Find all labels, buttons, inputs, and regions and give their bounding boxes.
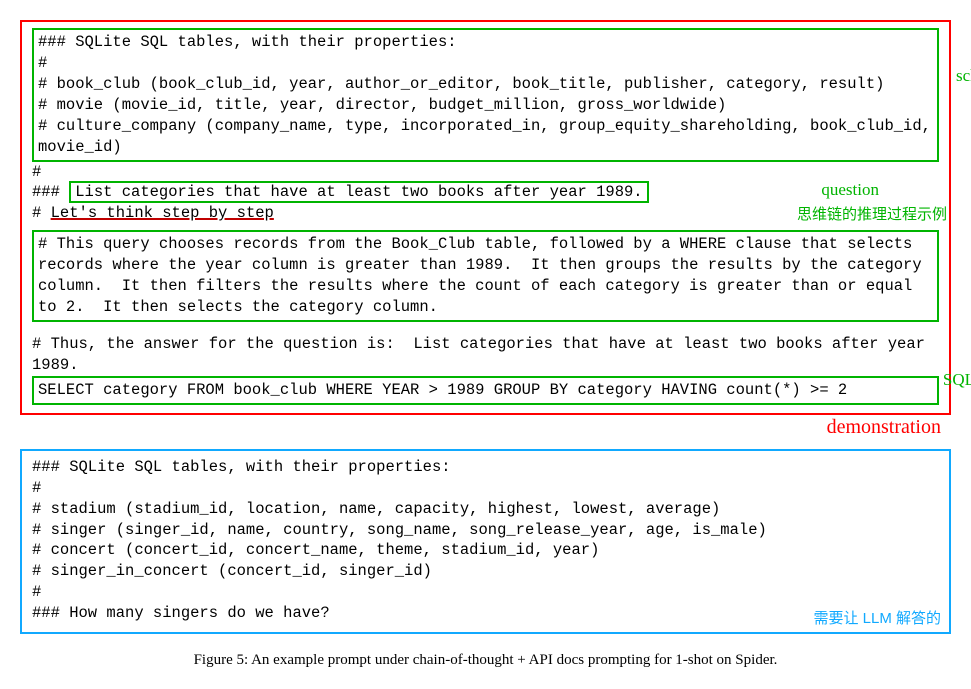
label-llm-cn: 需要让 LLM 解答的: [813, 607, 941, 628]
answer-intro: # Thus, the answer for the question is: …: [32, 334, 939, 376]
question-text: List categories that have at least two b…: [69, 181, 648, 203]
cot-line: Let's think step by step: [51, 204, 274, 222]
cot-prefix: #: [32, 204, 51, 222]
sql-block: SELECT category FROM book_club WHERE YEA…: [32, 376, 939, 405]
reasoning-block: # This query chooses records from the Bo…: [32, 230, 939, 322]
label-question: question: [821, 180, 879, 200]
query-body: ### SQLite SQL tables, with their proper…: [32, 457, 939, 624]
label-schema: schema: [956, 66, 971, 86]
label-cot-cn: 思维链的推理过程示例: [797, 203, 947, 224]
demonstration-box: schema ### SQLite SQL tables, with their…: [20, 20, 951, 415]
hash-line: #: [32, 162, 939, 183]
query-box: ### SQLite SQL tables, with their proper…: [20, 449, 951, 634]
question-prefix: ###: [32, 183, 69, 201]
figure-caption: Figure 5: An example prompt under chain-…: [20, 652, 951, 669]
label-demonstration: demonstration: [827, 416, 941, 439]
label-sql: SQL: [943, 370, 971, 390]
schema-block: ### SQLite SQL tables, with their proper…: [32, 28, 939, 162]
